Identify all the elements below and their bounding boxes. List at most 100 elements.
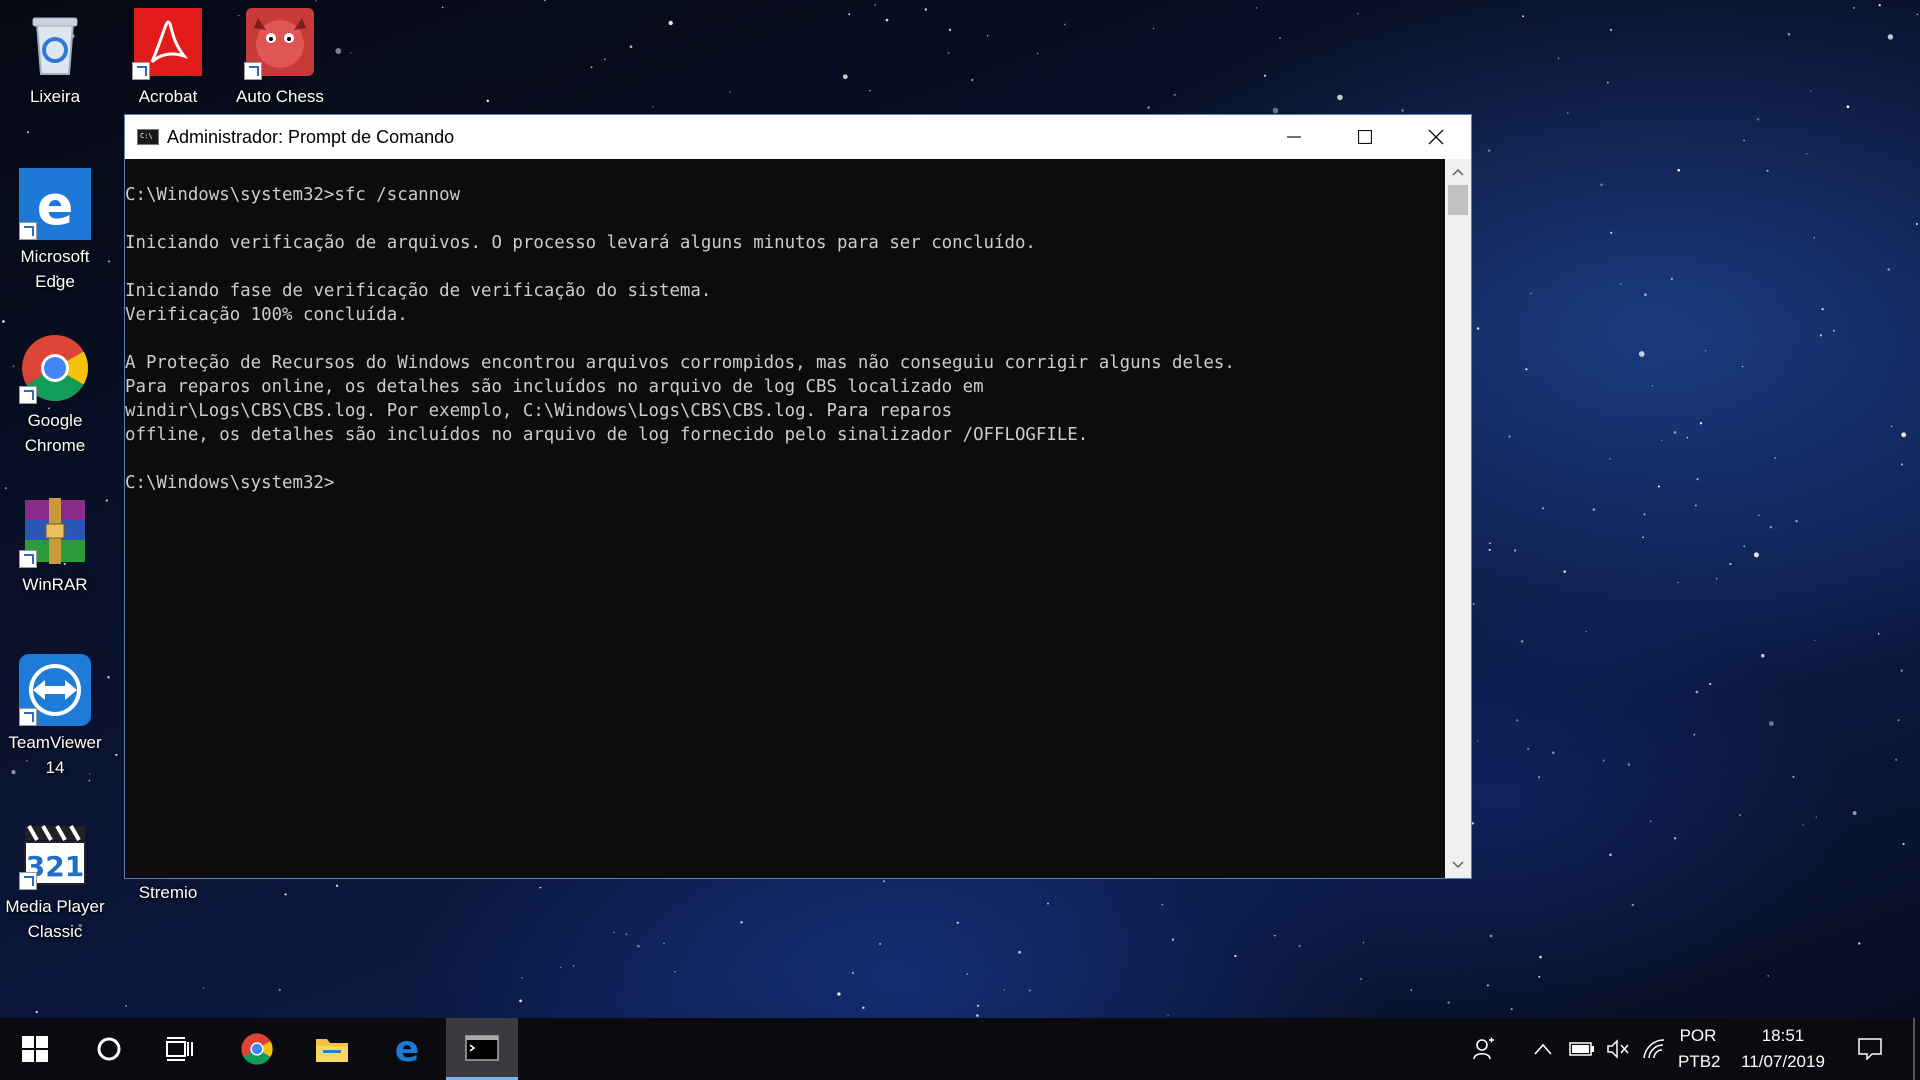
star	[539, 886, 542, 889]
star	[1530, 292, 1532, 295]
star	[1537, 776, 1541, 779]
taskbar-chrome-button[interactable]	[226, 1018, 288, 1080]
maximize-button[interactable]	[1329, 115, 1400, 159]
star	[1610, 28, 1613, 31]
desktop-icon-winrar[interactable]: WinRAR	[1, 496, 109, 597]
desktop-icon-auto-chess[interactable]: Auto Chess	[226, 8, 334, 109]
shortcut-arrow-icon	[244, 62, 262, 80]
star	[1563, 570, 1566, 573]
star	[1602, 759, 1605, 762]
star	[1813, 237, 1816, 239]
star	[663, 942, 665, 945]
star	[1360, 978, 1362, 980]
console-output[interactable]: C:\Windows\system32>sfc /scannow Inician…	[125, 159, 1445, 878]
shortcut-arrow-icon	[132, 62, 150, 80]
star	[543, 0, 547, 2]
star	[1337, 94, 1343, 101]
star	[1897, 719, 1900, 721]
star	[1476, 327, 1480, 330]
star	[1769, 525, 1773, 529]
star	[1513, 549, 1517, 552]
star	[1472, 603, 1475, 605]
shortcut-arrow-icon	[19, 872, 37, 890]
star	[976, 1014, 979, 1017]
star	[1592, 508, 1596, 511]
star	[1610, 231, 1613, 234]
input-language-indicator[interactable]: POR PTB2	[1678, 1023, 1721, 1075]
star	[278, 988, 281, 992]
star	[1887, 268, 1890, 271]
start-button[interactable]	[4, 1018, 66, 1080]
star	[1161, 903, 1164, 906]
scroll-down-button[interactable]	[1445, 852, 1471, 878]
star	[315, 0, 317, 2]
people-button[interactable]	[1462, 1018, 1506, 1080]
clock[interactable]: 18:51 11/07/2019	[1728, 1023, 1838, 1075]
star	[521, 977, 523, 979]
battery-button[interactable]	[1562, 1018, 1602, 1080]
edge-icon: e	[19, 168, 91, 240]
desktop-icon-google-chrome[interactable]: Google Chrome	[1, 332, 109, 458]
star	[1627, 763, 1631, 766]
command-prompt-window[interactable]: Administrador: Prompt de Comando C:\Wind…	[124, 114, 1472, 879]
taskbar-edge-button[interactable]: e	[376, 1018, 438, 1080]
star	[1677, 581, 1679, 584]
star	[729, 91, 731, 93]
star	[1815, 816, 1817, 818]
star	[874, 4, 877, 6]
maximize-icon	[1357, 130, 1372, 144]
taskbar-command-prompt-button[interactable]	[446, 1018, 518, 1080]
star	[604, 58, 606, 61]
taskbar-file-explorer-button[interactable]	[301, 1018, 363, 1080]
star	[1638, 351, 1645, 357]
star	[1900, 669, 1903, 672]
star	[1631, 903, 1635, 907]
search-button[interactable]	[78, 1018, 140, 1080]
star	[1486, 984, 1489, 987]
close-button[interactable]	[1400, 115, 1471, 159]
star	[851, 971, 854, 974]
scroll-up-button[interactable]	[1445, 159, 1471, 185]
show-hidden-icons-button[interactable]	[1524, 1018, 1562, 1080]
star	[924, 8, 928, 11]
star	[1792, 775, 1795, 778]
action-center-button[interactable]	[1840, 1018, 1900, 1080]
star	[1272, 107, 1279, 114]
media-player-classic-icon: 321	[19, 818, 91, 890]
star	[519, 999, 522, 1003]
star	[1489, 934, 1493, 938]
desktop-icon-recycle-bin[interactable]: Lixeira	[1, 8, 109, 109]
star	[1557, 57, 1560, 59]
desktop-icon-label: Auto Chess	[236, 87, 324, 106]
volume-button[interactable]	[1598, 1018, 1638, 1080]
star	[1018, 950, 1021, 954]
star	[883, 880, 886, 883]
task-view-button[interactable]	[149, 1018, 211, 1080]
console-prompt-line: C:\Windows\system32>	[125, 473, 335, 493]
desktop-icon-teamviewer[interactable]: TeamViewer 14	[1, 654, 109, 780]
star	[1362, 942, 1365, 944]
vertical-scrollbar[interactable]	[1445, 159, 1471, 878]
star	[4, 487, 7, 490]
desktop-icon-stremio[interactable]: Stremio	[114, 876, 222, 905]
star	[1487, 149, 1491, 152]
star	[1401, 109, 1404, 112]
desktop-icon-media-player-classic[interactable]: 321 Media Player Classic	[1, 818, 109, 944]
star	[1255, 7, 1258, 9]
scroll-thumb[interactable]	[1448, 185, 1468, 215]
star	[2, 320, 5, 323]
star	[1670, 277, 1673, 280]
network-button[interactable]	[1634, 1018, 1674, 1080]
clock-time: 18:51	[1761, 1026, 1805, 1045]
window-titlebar[interactable]: Administrador: Prompt de Comando	[125, 115, 1471, 159]
show-desktop-button[interactable]	[1913, 1018, 1915, 1080]
shortcut-arrow-icon	[19, 222, 37, 240]
language-label: POR	[1679, 1026, 1717, 1045]
minimize-button[interactable]	[1258, 115, 1329, 159]
desktop-icon-microsoft-edge[interactable]: e Microsoft Edge	[1, 168, 109, 294]
desktop-icon-label: WinRAR	[22, 575, 88, 594]
desktop-icon-acrobat[interactable]: Acrobat	[114, 8, 222, 109]
star	[613, 931, 615, 934]
